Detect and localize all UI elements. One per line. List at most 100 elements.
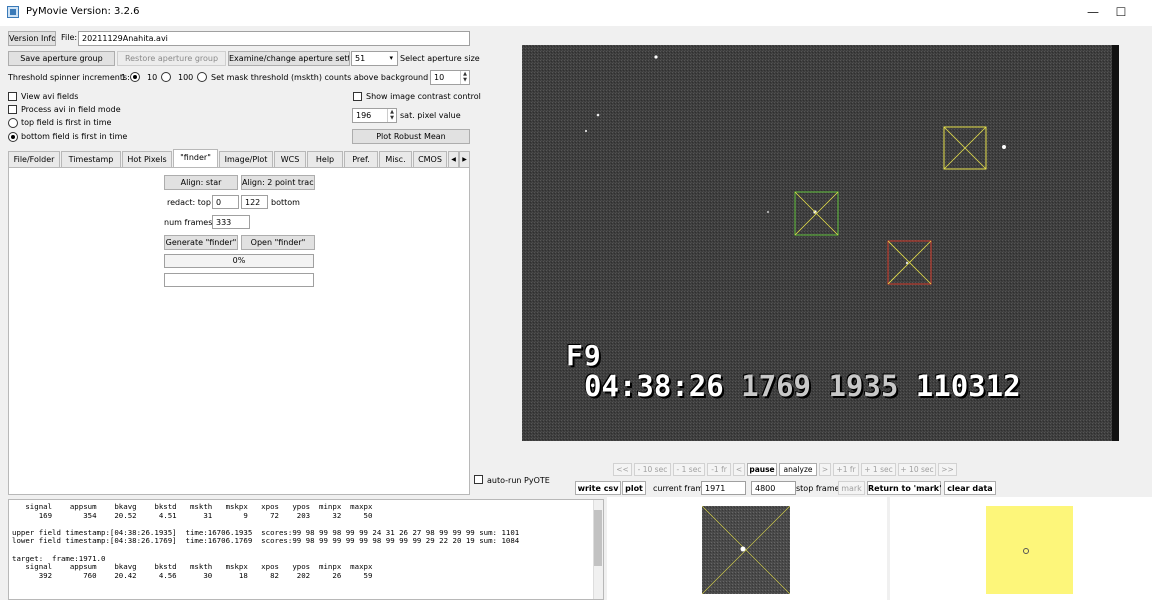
tab-scroll-right-icon[interactable]: ▶ xyxy=(459,151,470,167)
back-10-sec-button[interactable]: - 10 sec xyxy=(634,463,671,476)
examine-aperture-button[interactable]: Examine/change aperture settings xyxy=(228,51,350,66)
progress-bar: 0% xyxy=(164,254,314,268)
console-scrollbar[interactable] xyxy=(593,500,603,599)
forward-1-frame-button[interactable]: +1 fr xyxy=(833,463,859,476)
bottom-field-first-label: bottom field is first in time xyxy=(21,132,128,141)
threshold-label: Threshold spinner increments: xyxy=(8,73,130,82)
minimize-icon[interactable]: — xyxy=(1078,2,1108,22)
forward-10-sec-button[interactable]: + 10 sec xyxy=(898,463,936,476)
overlay-field-label: F9 xyxy=(566,339,602,372)
spinner-arrows-icon[interactable]: ▲ ▼ xyxy=(460,71,469,84)
redact-top-field[interactable]: 0 xyxy=(212,195,239,209)
tab-wcs[interactable]: WCS xyxy=(274,151,306,167)
app-icon xyxy=(7,6,19,18)
current-frame-field[interactable]: 1971 xyxy=(701,481,746,495)
mark-button[interactable]: mark xyxy=(838,481,865,495)
back-1-frame-button[interactable]: -1 fr xyxy=(707,463,731,476)
num-frames-field[interactable]: 333 xyxy=(212,215,250,229)
open-finder-button[interactable]: Open "finder" xyxy=(241,235,315,250)
generate-finder-button[interactable]: Generate "finder" xyxy=(164,235,238,250)
step-back-button[interactable]: < xyxy=(733,463,745,476)
align-2-point-track-button[interactable]: Align: 2 point track xyxy=(241,175,315,190)
video-frame[interactable]: F9 04:38:26 1769 1935 110312 xyxy=(522,45,1119,441)
progress-text: 0% xyxy=(232,256,246,265)
tab-misc[interactable]: Misc. xyxy=(379,151,412,167)
back-1-sec-button[interactable]: - 1 sec xyxy=(673,463,705,476)
spinner-arrows-icon[interactable]: ▲ ▼ xyxy=(387,109,396,122)
current-frame-label: current frame xyxy=(653,484,709,493)
redact-bottom-field[interactable]: 122 xyxy=(241,195,268,209)
thumbnail-two-mask xyxy=(986,506,1073,594)
auto-run-pyote-label: auto-run PyOTE xyxy=(487,476,550,485)
increment-10-label: 10 xyxy=(147,73,158,82)
save-aperture-group-button[interactable]: Save aperture group xyxy=(8,51,115,66)
tab-image-plot[interactable]: Image/Plot xyxy=(219,151,273,167)
tab-timestamp[interactable]: Timestamp xyxy=(61,151,121,167)
aperture-size-label: Select aperture size xyxy=(400,54,480,63)
return-to-mark-button[interactable]: Return to 'mark' xyxy=(867,481,942,495)
thumbnail-two-pane[interactable] xyxy=(890,497,1152,600)
file-label: File: xyxy=(61,33,78,42)
overlay-timestamp: 04:38:26 1769 1935 110312 xyxy=(584,369,1021,403)
increment-1-radio[interactable] xyxy=(130,72,140,82)
title-bar: PyMovie Version: 3.2.6 — ☐ xyxy=(0,0,1152,26)
process-field-mode-checkbox[interactable] xyxy=(8,105,17,114)
top-field-first-radio[interactable] xyxy=(8,118,18,128)
redact-top-label: redact: top xyxy=(167,198,211,207)
chevron-down-icon: ▾ xyxy=(389,54,393,62)
pause-button[interactable]: pause xyxy=(747,463,777,476)
align-star-button[interactable]: Align: star xyxy=(164,175,238,190)
restore-aperture-group-button[interactable]: Restore aperture group xyxy=(117,51,226,66)
step-forward-button[interactable]: > xyxy=(819,463,831,476)
view-avi-fields-checkbox[interactable] xyxy=(8,92,17,101)
tab-file-folder[interactable]: File/Folder xyxy=(8,151,60,167)
tab-help[interactable]: Help xyxy=(307,151,343,167)
forward-1-sec-button[interactable]: + 1 sec xyxy=(861,463,896,476)
plot-robust-mean-button[interactable]: Plot Robust Mean xyxy=(352,129,470,144)
tab-cmos[interactable]: CMOS xyxy=(413,151,447,167)
sat-pixel-value: 196 xyxy=(356,111,372,120)
increment-10-radio[interactable] xyxy=(161,72,171,82)
tab-pref[interactable]: Pref. xyxy=(344,151,378,167)
top-field-first-label: top field is first in time xyxy=(21,118,112,127)
increment-100-radio[interactable] xyxy=(197,72,207,82)
bottom-field-first-radio[interactable] xyxy=(8,132,18,142)
num-frames-label: num frames: xyxy=(164,218,216,227)
first-frame-button[interactable]: << xyxy=(613,463,632,476)
mask-threshold-label: Set mask threshold (mskth) counts above … xyxy=(211,73,462,82)
file-field[interactable]: 20211129Anahita.avi xyxy=(78,31,470,46)
plot-button[interactable]: plot xyxy=(622,481,646,495)
stop-frame-field[interactable]: 4800 xyxy=(751,481,796,495)
overlay-time: 04:38:26 xyxy=(584,369,724,403)
show-contrast-checkbox[interactable] xyxy=(353,92,362,101)
overlay-sub1: 1769 xyxy=(741,369,811,403)
tab-finder[interactable]: "finder" xyxy=(173,149,218,168)
finder-status-field[interactable] xyxy=(164,273,314,287)
increment-1-label: 1 xyxy=(121,73,127,82)
view-avi-fields-label: View avi fields xyxy=(21,92,79,101)
maximize-icon[interactable]: ☐ xyxy=(1106,2,1136,22)
clear-data-button[interactable]: clear data xyxy=(944,481,996,495)
sat-pixel-spinner[interactable]: 196 ▲ ▼ xyxy=(352,108,397,123)
thumbnail-one-pane[interactable] xyxy=(607,497,887,600)
version-info-button[interactable]: Version Info xyxy=(8,31,56,46)
increment-100-label: 100 xyxy=(178,73,194,82)
analyze-button[interactable]: analyze xyxy=(779,463,817,476)
tab-hot-pixels[interactable]: Hot Pixels xyxy=(122,151,172,167)
tab-bar: File/Folder Timestamp Hot Pixels "finder… xyxy=(8,149,470,168)
stop-frame-label: stop frame xyxy=(796,484,840,493)
last-frame-button[interactable]: >> xyxy=(938,463,957,476)
redact-bottom-label: bottom xyxy=(271,198,300,207)
scrollbar-thumb[interactable] xyxy=(594,510,602,566)
mask-threshold-value: 10 xyxy=(434,73,445,82)
console-output[interactable]: signal appsum bkavg bkstd mskth mskpx xp… xyxy=(8,499,604,600)
thumbnail-one-image xyxy=(702,506,790,594)
console-text: signal appsum bkavg bkstd mskth mskpx xp… xyxy=(12,502,520,580)
mask-threshold-spinner[interactable]: 10 ▲ ▼ xyxy=(430,70,470,85)
tab-scroll-left-icon[interactable]: ◀ xyxy=(448,151,459,167)
auto-run-pyote-checkbox[interactable] xyxy=(474,475,483,484)
overlay-sub2: 1935 xyxy=(828,369,899,403)
process-field-mode-label: Process avi in field mode xyxy=(21,105,121,114)
write-csv-button[interactable]: write csv xyxy=(575,481,621,495)
aperture-size-select[interactable]: 51 ▾ xyxy=(351,51,398,66)
